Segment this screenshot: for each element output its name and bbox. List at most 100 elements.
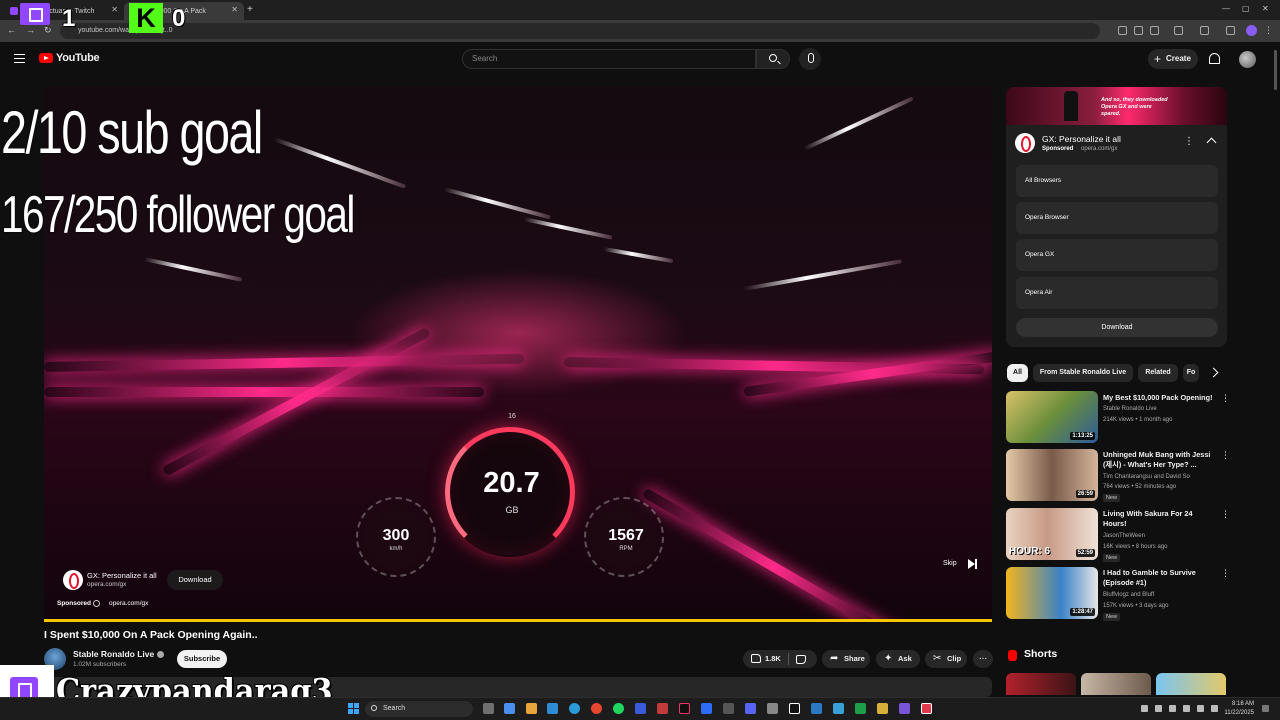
app-icon[interactable] bbox=[877, 703, 888, 714]
close-icon[interactable]: ✕ bbox=[231, 5, 238, 14]
rec-thumbnail[interactable]: 1:13:25 bbox=[1006, 391, 1098, 443]
maximize-icon[interactable]: ▢ bbox=[1242, 4, 1250, 13]
account-avatar[interactable] bbox=[1239, 51, 1256, 68]
wifi-icon[interactable] bbox=[1197, 705, 1204, 712]
subscribe-button[interactable]: Subscribe bbox=[177, 650, 227, 668]
extensions-puzzle-icon[interactable] bbox=[1174, 26, 1183, 35]
rec-thumbnail[interactable]: HOUR: 6 52:59 bbox=[1006, 508, 1098, 560]
search-button[interactable] bbox=[756, 49, 790, 69]
tiktok-icon[interactable] bbox=[679, 703, 690, 714]
minimize-icon[interactable]: — bbox=[1222, 4, 1230, 13]
rec-thumbnail[interactable]: 26:59 bbox=[1006, 449, 1098, 501]
short-thumbnail[interactable] bbox=[1081, 673, 1151, 695]
file-explorer-icon[interactable] bbox=[526, 703, 537, 714]
close-icon[interactable]: ✕ bbox=[111, 5, 118, 14]
app-icon[interactable] bbox=[899, 703, 910, 714]
search-input[interactable]: Search bbox=[462, 49, 756, 69]
ad-option-all-browsers[interactable]: All Browsers bbox=[1016, 165, 1218, 197]
rec-channel[interactable]: Bluffvlogz and Bluff bbox=[1103, 590, 1218, 600]
chrome-icon[interactable] bbox=[591, 703, 602, 714]
media-icon[interactable] bbox=[1226, 26, 1235, 35]
taskbar-search[interactable]: Search bbox=[365, 701, 473, 717]
xbox-icon[interactable] bbox=[855, 703, 866, 714]
opera-logo-icon[interactable] bbox=[1015, 133, 1035, 153]
kebab-menu-icon[interactable]: ⋮ bbox=[1221, 568, 1230, 579]
info-icon[interactable] bbox=[93, 600, 100, 607]
tray-app-icon[interactable] bbox=[1183, 705, 1190, 712]
create-button[interactable]: + Create bbox=[1148, 49, 1198, 69]
new-tab-icon[interactable]: + bbox=[247, 4, 253, 15]
rec-channel[interactable]: Stable Ronaldo Live bbox=[1103, 404, 1218, 414]
taskbar-clock[interactable]: 8:18 AM 11/22/2025 bbox=[1224, 700, 1254, 718]
rec-title[interactable]: I Had to Gamble to Survive (Episode #1) bbox=[1103, 568, 1215, 588]
app-icon[interactable] bbox=[921, 703, 932, 714]
rec-title[interactable]: My Best $10,000 Pack Opening! bbox=[1103, 393, 1215, 403]
discord-icon[interactable] bbox=[745, 703, 756, 714]
windows-start-icon[interactable] bbox=[348, 703, 359, 714]
sidepanel-icon[interactable] bbox=[1200, 26, 1209, 35]
store-icon[interactable] bbox=[547, 703, 558, 714]
task-view-icon[interactable] bbox=[483, 703, 494, 714]
browser-profile-avatar[interactable] bbox=[1246, 25, 1257, 36]
kebab-menu-icon[interactable]: ⋮ bbox=[1221, 509, 1230, 520]
short-thumbnail[interactable] bbox=[1156, 673, 1226, 695]
rec-title[interactable]: Living With Sakura For 24 Hours! bbox=[1103, 509, 1215, 529]
share-button[interactable]: ➦ Share bbox=[822, 650, 870, 668]
short-thumbnail[interactable] bbox=[1006, 673, 1076, 695]
extension-icon[interactable] bbox=[1118, 26, 1127, 35]
youtube-logo[interactable]: YouTube bbox=[39, 52, 100, 64]
app-icon[interactable] bbox=[767, 703, 778, 714]
reload-icon[interactable]: ↻ bbox=[44, 25, 52, 36]
ask-button[interactable]: ✦ Ask bbox=[876, 650, 920, 668]
rec-title[interactable]: Unhinged Muk Bang with Jessi (제시) - What… bbox=[1103, 450, 1215, 470]
kebab-menu-icon[interactable]: ⋮ bbox=[1184, 136, 1194, 147]
video-player[interactable]: 20.7 GB 16 300 km/h 1567 RPM bbox=[44, 87, 992, 622]
ad-domain[interactable]: opera.com/gx bbox=[109, 600, 148, 607]
ad-progress-bar[interactable] bbox=[44, 619, 992, 622]
skip-ad-button[interactable]: Skip bbox=[935, 556, 985, 572]
like-thumb-up-icon[interactable] bbox=[751, 654, 761, 663]
notifications-bell-icon[interactable] bbox=[1209, 53, 1220, 64]
kebab-menu-icon[interactable]: ⋮ bbox=[1221, 450, 1230, 461]
ad-download-button[interactable]: Download bbox=[167, 570, 223, 590]
app-icon[interactable] bbox=[723, 703, 734, 714]
url-field[interactable]: youtube.com/wa...(.....7fX0jt..0 bbox=[60, 23, 1100, 39]
channel-name-link[interactable]: Stable Ronaldo Live bbox=[73, 649, 165, 659]
app-icon[interactable] bbox=[635, 703, 646, 714]
window-close-icon[interactable]: ✕ bbox=[1262, 4, 1269, 13]
notification-center-icon[interactable] bbox=[1262, 705, 1269, 712]
chip-all[interactable]: All bbox=[1007, 364, 1028, 382]
spotify-icon[interactable] bbox=[613, 703, 624, 714]
rec-channel[interactable]: JasonTheWeen bbox=[1103, 531, 1218, 541]
app-icon[interactable] bbox=[657, 703, 668, 714]
edge-icon[interactable] bbox=[569, 703, 580, 714]
dislike-thumb-down-icon[interactable] bbox=[796, 655, 806, 664]
forward-icon[interactable]: → bbox=[26, 25, 35, 35]
chevron-right-icon[interactable] bbox=[1208, 367, 1219, 378]
hamburger-menu-icon[interactable] bbox=[14, 54, 25, 63]
ad-panel-download-button[interactable]: Download bbox=[1016, 318, 1218, 337]
tray-app-icon[interactable] bbox=[1169, 705, 1176, 712]
like-count[interactable]: 1.8K bbox=[765, 650, 781, 668]
ad-option-opera-air[interactable]: Opera Air bbox=[1016, 277, 1218, 309]
tray-chevron-icon[interactable] bbox=[1141, 705, 1148, 712]
chip-from-channel[interactable]: From Stable Ronaldo Live bbox=[1033, 364, 1133, 382]
tray-app-icon[interactable] bbox=[1155, 705, 1162, 712]
widgets-icon[interactable] bbox=[504, 703, 515, 714]
ad-option-opera-browser[interactable]: Opera Browser bbox=[1016, 202, 1218, 234]
back-icon[interactable]: ← bbox=[7, 25, 16, 35]
ad-panel-title[interactable]: GX: Personalize it all bbox=[1042, 134, 1121, 144]
app-icon[interactable] bbox=[811, 703, 822, 714]
rec-channel[interactable]: Tim Chantarangsu and David So bbox=[1103, 472, 1218, 482]
app-icon[interactable] bbox=[833, 703, 844, 714]
ad-option-opera-gx[interactable]: Opera GX bbox=[1016, 239, 1218, 271]
kebab-menu-icon[interactable]: ⋮ bbox=[1221, 393, 1230, 404]
browser-menu-icon[interactable]: ⋮ bbox=[1264, 25, 1273, 36]
bookmark-star-icon[interactable] bbox=[1150, 26, 1159, 35]
clip-button[interactable]: ✂ Clip bbox=[925, 650, 967, 668]
volume-icon[interactable] bbox=[1211, 705, 1218, 712]
more-actions-button[interactable]: ... bbox=[973, 650, 993, 668]
ad-title[interactable]: GX: Personalize it all bbox=[87, 571, 157, 580]
zoom-icon[interactable] bbox=[1134, 26, 1143, 35]
chip-related[interactable]: Related bbox=[1138, 364, 1178, 382]
